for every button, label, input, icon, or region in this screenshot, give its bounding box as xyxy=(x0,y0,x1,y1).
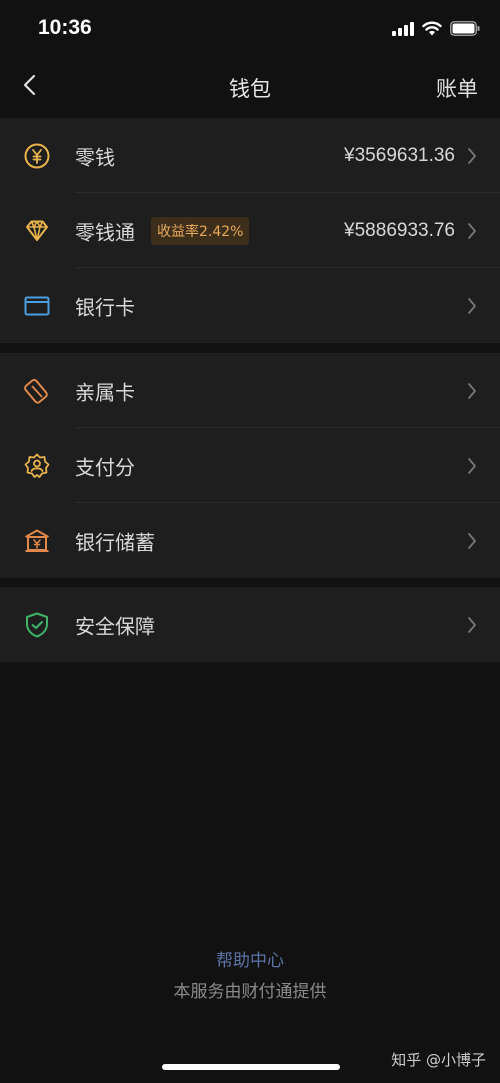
list-item-label: 银行卡 xyxy=(75,295,135,319)
yen-coin-icon xyxy=(22,141,52,171)
status-icons xyxy=(392,20,480,40)
chevron-right-icon xyxy=(466,531,478,551)
status-bar: 10:36 xyxy=(0,0,500,58)
provider-text: 本服务由财付通提供 xyxy=(173,982,327,1002)
list-item-pay-score[interactable]: 支付分 xyxy=(0,428,500,503)
list-item-bank-savings[interactable]: 银行储蓄 xyxy=(0,503,500,578)
list-item-label: 支付分 xyxy=(75,455,135,479)
list-item-label: 银行储蓄 xyxy=(75,530,155,554)
shield-check-icon xyxy=(22,610,52,640)
list-item-security[interactable]: 安全保障 xyxy=(0,587,500,662)
bank-card-icon xyxy=(22,291,52,321)
list-item-label: 安全保障 xyxy=(75,614,155,638)
watermark: 知乎 @小博子 xyxy=(391,1051,486,1069)
lingqiantong-balance: ¥5886933.76 xyxy=(344,219,455,241)
battery-icon xyxy=(450,20,480,40)
chevron-right-icon xyxy=(466,146,478,166)
chevron-right-icon xyxy=(466,615,478,635)
pay-score-icon xyxy=(22,451,52,481)
diamond-icon xyxy=(22,216,52,246)
list-item-bank-card[interactable]: 银行卡 xyxy=(0,268,500,343)
list-item-label: 亲属卡 xyxy=(75,380,135,404)
list-item-family-card[interactable]: 亲属卡 xyxy=(0,353,500,428)
home-indicator[interactable] xyxy=(162,1064,340,1070)
nav-bar: 钱包 账单 xyxy=(0,58,500,118)
yield-rate-badge: 收益率2.42% xyxy=(151,216,250,245)
wallet-section-security: 安全保障 xyxy=(0,587,500,662)
bank-building-icon xyxy=(22,526,52,556)
chevron-right-icon xyxy=(466,456,478,476)
bill-button[interactable]: 账单 xyxy=(436,73,478,103)
change-balance: ¥3569631.36 xyxy=(344,144,455,166)
page-title: 钱包 xyxy=(229,77,271,101)
wallet-section-services: 亲属卡 支付分 银行储蓄 xyxy=(0,353,500,578)
list-item-lingqiantong[interactable]: 零钱通 收益率2.42% ¥5886933.76 xyxy=(0,193,500,268)
family-card-icon xyxy=(22,376,52,406)
help-center-link[interactable]: 帮助中心 xyxy=(0,946,500,971)
cellular-signal-icon xyxy=(392,21,414,40)
chevron-right-icon xyxy=(466,221,478,241)
wallet-section-funds: 零钱 ¥3569631.36 零钱通 收益率2.42% ¥5886933.76 xyxy=(0,118,500,343)
wifi-icon xyxy=(422,21,442,40)
wallet-screen: 10:36 钱包 账单 零钱 ¥3569631.36 零钱通 收益率2.42% … xyxy=(0,0,500,1083)
list-item-change[interactable]: 零钱 ¥3569631.36 xyxy=(0,118,500,193)
status-time: 10:36 xyxy=(38,16,92,39)
list-item-label: 零钱通 xyxy=(75,220,135,244)
chevron-right-icon xyxy=(466,381,478,401)
chevron-right-icon xyxy=(466,296,478,316)
list-item-label: 零钱 xyxy=(75,145,115,169)
